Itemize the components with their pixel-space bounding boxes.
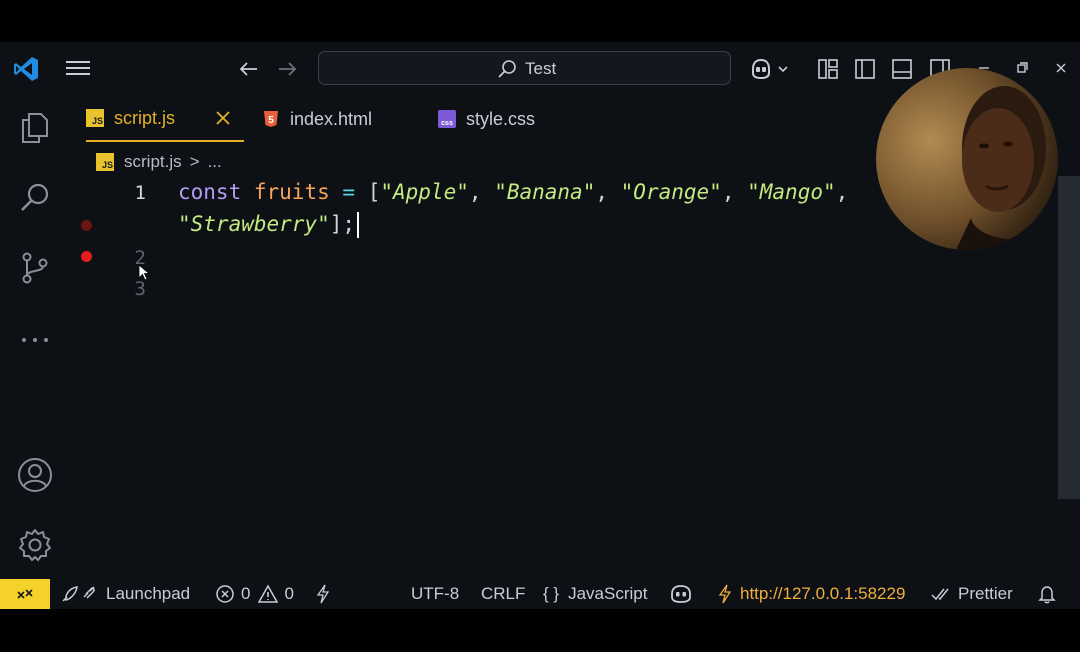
lightning-button[interactable] [314, 579, 338, 609]
string: "Mango" [747, 180, 836, 204]
copilot-status-icon [671, 585, 691, 603]
search-text: Test [525, 59, 557, 78]
activity-bar [0, 96, 70, 579]
double-check-icon [931, 588, 949, 601]
more-views-icon[interactable] [17, 322, 53, 358]
copilot-status-button[interactable] [670, 579, 698, 609]
rocket-icon [62, 586, 95, 602]
comma: , [721, 180, 735, 204]
html5-file-icon: 5 [264, 111, 278, 127]
keyword: const [178, 180, 242, 204]
bracket: [ [367, 180, 381, 204]
accounts-icon[interactable] [17, 457, 53, 493]
breadcrumb-separator: > [189, 152, 200, 171]
remote-icon [17, 589, 33, 599]
js-file-icon: JS [96, 153, 114, 171]
eol-label: CRLF [481, 584, 526, 603]
search-view-icon[interactable] [17, 180, 53, 216]
string: "Strawberry" [178, 212, 330, 236]
prettier-button[interactable]: Prettier [930, 579, 1013, 609]
copilot-icon[interactable] [749, 57, 793, 81]
js-file-icon: JS [86, 109, 104, 127]
live-lightning-icon [718, 584, 732, 604]
arrow-left-icon[interactable] [236, 56, 262, 82]
string: "Apple" [380, 180, 469, 204]
encoding-button[interactable]: UTF-8 [411, 579, 459, 609]
css-file-icon: css [438, 110, 456, 128]
customize-layout-icon[interactable] [816, 57, 840, 81]
breadcrumb-file[interactable]: script.js [124, 152, 182, 172]
language-mode-button[interactable]: { } JavaScript [543, 579, 647, 609]
status-bar: Launchpad 0 0 UTF-8 CRLF { } JavaScript … [0, 579, 1080, 609]
string: "Banana" [494, 180, 596, 204]
command-center-search[interactable]: Test [318, 51, 731, 85]
breakpoint-hint[interactable] [81, 220, 92, 231]
operator: = [342, 180, 356, 204]
code-line-1: const fruits = ["Apple", "Banana", "Oran… [178, 180, 848, 204]
webcam-overlay [876, 68, 1058, 250]
svg-text:5: 5 [268, 115, 274, 126]
text-cursor [357, 212, 360, 238]
line-number: 1 [134, 182, 146, 204]
warning-icon [258, 584, 279, 603]
toggle-panel-icon[interactable] [890, 57, 914, 81]
tab-label: script.js [114, 107, 176, 128]
remote-indicator[interactable] [0, 579, 50, 609]
mouse-pointer-icon [138, 264, 150, 281]
breakpoint[interactable] [81, 251, 92, 262]
tab-index-html[interactable]: 5 index.html [262, 96, 422, 142]
explorer-files-icon[interactable] [17, 110, 53, 146]
toggle-sidebar-icon[interactable] [853, 57, 877, 81]
breadcrumb-more[interactable]: ... [208, 152, 222, 172]
launchpad-label: Launchpad [106, 584, 191, 603]
string: "Orange" [620, 180, 722, 204]
editor-scrollbar[interactable] [1058, 176, 1080, 499]
letterbox-top [0, 0, 1080, 42]
code-line-1-wrap: "Strawberry"]; [178, 212, 360, 238]
prettier-label: Prettier [958, 584, 1013, 603]
variable: fruits [253, 180, 330, 204]
language-label: JavaScript [568, 584, 648, 603]
bell-icon [1038, 586, 1056, 604]
vscode-window: Test JS script.js 5 index.html css style… [0, 42, 1080, 609]
close-tab-icon[interactable] [213, 108, 233, 128]
source-control-icon[interactable] [17, 250, 53, 286]
tab-label: index.html [290, 108, 373, 129]
comma: , [835, 180, 849, 204]
problems-button[interactable]: 0 0 [215, 579, 294, 609]
live-server-button[interactable]: http://127.0.0.1:58229 [716, 579, 905, 609]
braces-icon: { } [543, 584, 560, 603]
lightning-icon [316, 584, 330, 604]
letterbox-bottom [0, 609, 1080, 652]
restore-icon[interactable] [1012, 58, 1032, 78]
error-icon [216, 585, 234, 603]
live-server-url: http://127.0.0.1:58229 [740, 584, 906, 603]
bracket-semicolon: ]; [329, 212, 356, 236]
tab-style-css[interactable]: css style.css [438, 96, 578, 142]
notifications-button[interactable] [1037, 579, 1063, 609]
comma: , [468, 180, 482, 204]
warning-count: 0 [284, 584, 294, 603]
code-editor[interactable]: 1 2 3 const fruits = ["Apple", "Banana",… [70, 174, 1058, 579]
arrow-right-icon[interactable] [274, 56, 300, 82]
menu-hamburger-icon[interactable] [64, 57, 92, 81]
vscode-logo-icon [14, 57, 38, 81]
close-window-icon[interactable] [1051, 58, 1071, 78]
comma: , [595, 180, 608, 204]
launchpad-button[interactable]: Launchpad [60, 579, 190, 609]
settings-gear-icon[interactable] [17, 527, 53, 563]
encoding-label: UTF-8 [411, 584, 460, 603]
breadcrumb[interactable]: JS script.js > ... [96, 150, 222, 174]
tab-label: style.css [466, 108, 536, 129]
error-count: 0 [241, 584, 251, 603]
eol-button[interactable]: CRLF [481, 579, 525, 609]
search-icon [498, 60, 516, 78]
